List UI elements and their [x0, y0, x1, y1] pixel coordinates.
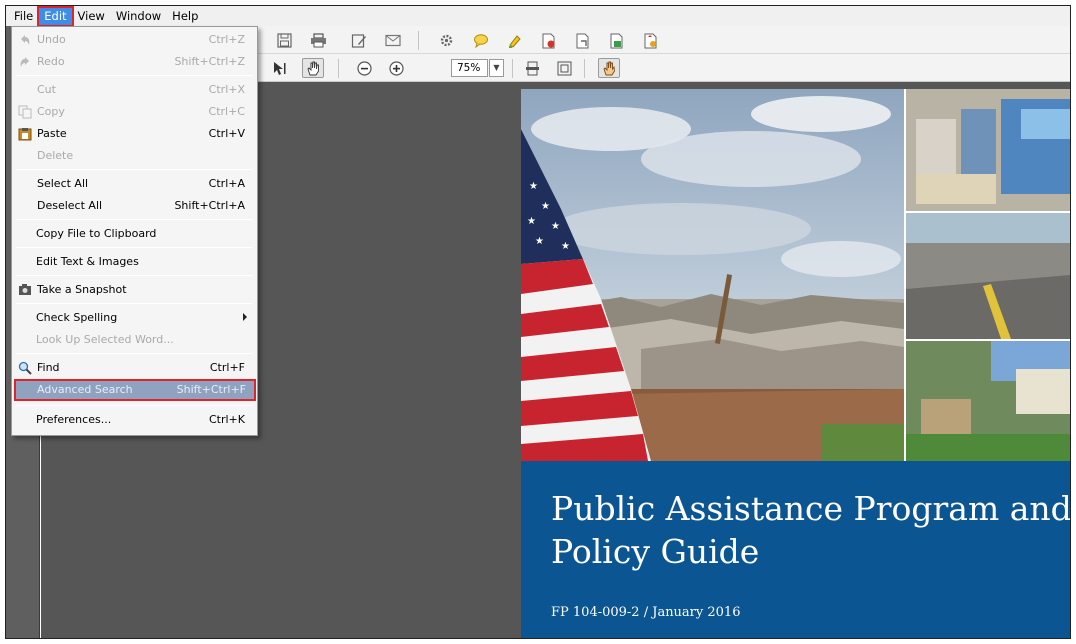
svg-text:★: ★	[551, 221, 560, 232]
svg-text:★: ★	[527, 216, 536, 227]
edit-document-icon[interactable]	[350, 32, 367, 49]
gear-icon[interactable]	[438, 32, 455, 49]
menu-item-edit-text-images[interactable]: Edit Text & Images	[12, 251, 257, 273]
highlight-icon[interactable]	[506, 32, 523, 49]
undo-icon	[18, 33, 32, 47]
cover-photo-collage: ★★★ ★★ ★	[521, 89, 1070, 461]
submenu-arrow-icon	[243, 313, 247, 321]
menu-item-deselect-all[interactable]: Deselect All Shift+Ctrl+A	[12, 195, 257, 217]
menu-item-preferences[interactable]: Preferences... Ctrl+K	[12, 409, 257, 431]
save-icon[interactable]	[276, 32, 293, 49]
menu-help[interactable]: Help	[167, 8, 203, 25]
paste-icon	[18, 127, 32, 141]
zoom-dropdown-icon[interactable]: ▼	[489, 59, 504, 77]
document-title: Public Assistance Program and Policy Gui…	[551, 489, 1071, 571]
menu-item-undo[interactable]: Undo Ctrl+Z	[12, 29, 257, 51]
menu-item-check-spelling[interactable]: Check Spelling	[12, 307, 257, 329]
zoom-out-icon[interactable]	[356, 60, 373, 77]
edit-menu-dropdown: Undo Ctrl+Z Redo Shift+Ctrl+Z Cut Ctrl+X…	[11, 26, 258, 436]
menu-item-paste[interactable]: Paste Ctrl+V	[12, 123, 257, 145]
svg-text:★: ★	[535, 236, 544, 247]
hand-tool-icon[interactable]	[302, 58, 324, 78]
app-window: File Edit View Window Help 75% ▼ ★ ★ ★ ★…	[5, 5, 1071, 639]
menu-item-advanced-search[interactable]: Advanced Search Shift+Ctrl+F	[14, 379, 256, 401]
comment-icon[interactable]	[472, 32, 489, 49]
menu-view[interactable]: View	[73, 8, 110, 25]
main-toolbar	[256, 26, 1070, 54]
menu-item-take-snapshot[interactable]: Take a Snapshot	[12, 279, 257, 301]
zoom-in-icon[interactable]	[388, 60, 405, 77]
document-subtitle: FP 104-009-2 / January 2016	[551, 605, 741, 620]
menu-item-copy-file-to-clipboard[interactable]: Copy File to Clipboard	[12, 223, 257, 245]
menu-item-find[interactable]: Find Ctrl+F	[12, 357, 257, 379]
zoom-level-field[interactable]: 75%	[451, 59, 488, 77]
create-pdf-icon[interactable]	[608, 32, 625, 49]
menu-bar: File Edit View Window Help	[6, 6, 1070, 27]
cover-title-banner: Public Assistance Program and Policy Gui…	[521, 461, 1071, 638]
tools-icon[interactable]	[642, 32, 659, 49]
menu-item-delete[interactable]: Delete	[12, 145, 257, 167]
menu-item-redo[interactable]: Redo Shift+Ctrl+Z	[12, 51, 257, 73]
print-icon[interactable]	[310, 32, 327, 49]
svg-text:★: ★	[561, 241, 570, 252]
search-icon	[18, 361, 32, 375]
menu-item-look-up-selected-word[interactable]: Look Up Selected Word...	[12, 329, 257, 351]
full-screen-icon[interactable]	[556, 60, 573, 77]
menu-item-cut[interactable]: Cut Ctrl+X	[12, 79, 257, 101]
redo-icon	[18, 55, 32, 69]
camera-icon	[18, 283, 32, 297]
document-page: ★ ★ ★ ★ ★ ★ Public Assistance Program an…	[521, 89, 1071, 638]
menu-edit[interactable]: Edit	[37, 6, 74, 27]
fit-page-icon[interactable]	[524, 60, 541, 77]
pdf-icon[interactable]	[540, 32, 557, 49]
menu-item-copy[interactable]: Copy Ctrl+C	[12, 101, 257, 123]
touch-mode-icon[interactable]	[598, 58, 620, 78]
menu-window[interactable]: Window	[111, 8, 166, 25]
navigation-toolbar: 75% ▼	[256, 54, 1070, 82]
copy-icon	[18, 105, 32, 119]
export-pdf-icon[interactable]	[574, 32, 591, 49]
select-tool-icon[interactable]	[271, 60, 288, 77]
email-icon[interactable]	[384, 32, 401, 49]
svg-text:★: ★	[529, 181, 538, 192]
menu-file[interactable]: File	[9, 8, 38, 25]
menu-item-select-all[interactable]: Select All Ctrl+A	[12, 173, 257, 195]
svg-text:★: ★	[541, 201, 550, 212]
